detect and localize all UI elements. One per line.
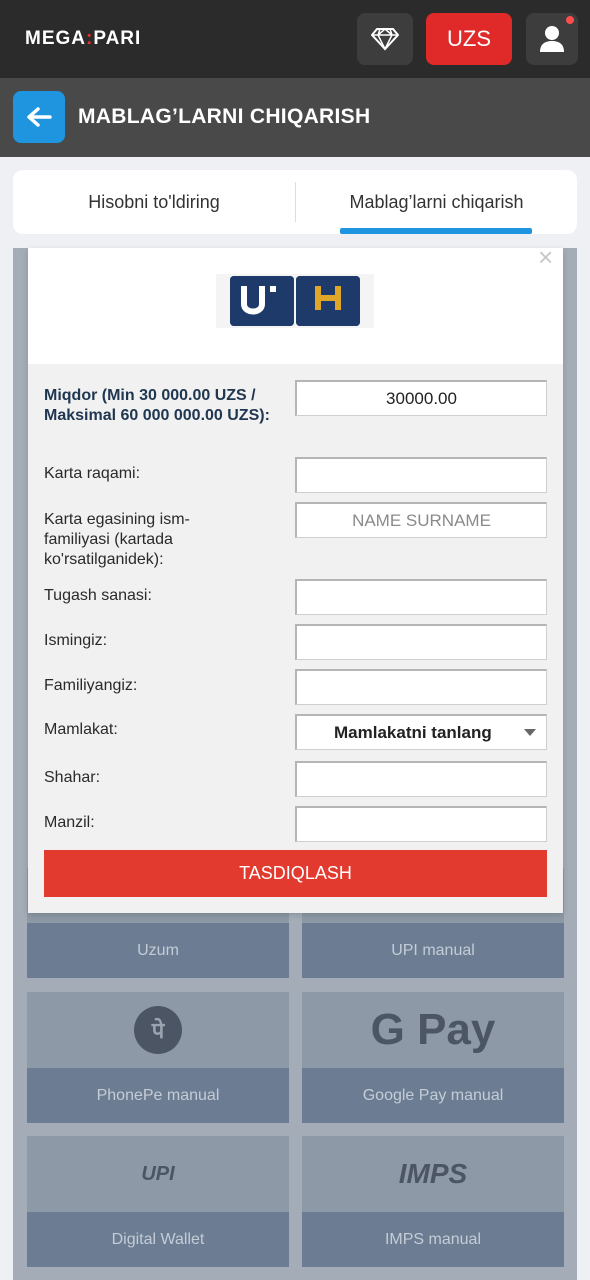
first-name-label: Ismingiz:	[44, 632, 108, 649]
city-label: Shahar:	[44, 769, 101, 786]
expiry-date-label: Tugash sanasi:	[44, 587, 152, 604]
payment-method-label: Google Pay manual	[302, 1068, 564, 1123]
last-name-label: Familiyangiz:	[44, 677, 138, 694]
gpay-icon: G Pay	[370, 1005, 496, 1054]
amount-label: Miqdor (Min 30 000.00 UZS / Maksimal 60 …	[44, 387, 270, 424]
payment-method-google-pay[interactable]: G Pay Google Pay manual	[302, 992, 564, 1123]
card-number-label: Karta raqami:	[44, 465, 141, 482]
imps-logo: IMPS	[302, 1136, 564, 1212]
currency-button[interactable]: UZS	[426, 13, 512, 65]
tab-bar: Hisobni to'ldiring Mablag’larni chiqaris…	[13, 170, 577, 234]
arrow-left-icon	[27, 107, 52, 127]
payment-method-label: IMPS manual	[302, 1212, 564, 1267]
payment-method-label: UPI manual	[302, 923, 564, 978]
phonepe-logo: पे	[27, 992, 289, 1068]
megapari-logo[interactable]: MEGA:PARI	[25, 28, 141, 50]
back-button[interactable]	[13, 91, 65, 143]
imps-icon: IMPS	[398, 1158, 468, 1189]
country-select-value: Mamlakatni tanlang	[334, 722, 492, 742]
upi-logo: UPI	[27, 1136, 289, 1212]
user-icon	[540, 26, 564, 52]
payment-method-imps[interactable]: IMPS IMPS manual	[302, 1136, 564, 1267]
cardholder-name-label: Karta egasining ism-familiyasi (kartada …	[44, 511, 190, 568]
close-icon[interactable]: ×	[538, 244, 553, 270]
payment-method-label: Digital Wallet	[27, 1212, 289, 1267]
humo-logo	[296, 276, 360, 326]
payment-method-label: PhonePe manual	[27, 1068, 289, 1123]
page-header: MABLAG’LARNI CHIQARISH	[0, 78, 590, 157]
google-pay-logo: G Pay	[302, 992, 564, 1068]
payment-method-digital-wallet[interactable]: UPI Digital Wallet	[27, 1136, 289, 1267]
user-profile-button[interactable]	[526, 13, 578, 65]
confirm-button[interactable]: TASDIQLASH	[44, 850, 547, 897]
payment-method-phonepe[interactable]: पे PhonePe manual	[27, 992, 289, 1123]
expiry-date-input[interactable]	[295, 579, 547, 615]
diamond-icon	[371, 28, 399, 51]
last-name-input[interactable]	[295, 669, 547, 705]
address-input[interactable]	[295, 806, 547, 842]
payment-method-label: Uzum	[27, 923, 289, 978]
chevron-down-icon	[524, 729, 536, 736]
address-label: Manzil:	[44, 814, 95, 831]
tab-deposit[interactable]: Hisobni to'ldiring	[13, 170, 295, 234]
first-name-input[interactable]	[295, 624, 547, 660]
notification-dot	[566, 16, 574, 24]
card-number-input[interactable]	[295, 457, 547, 493]
uzcard-humo-logo	[216, 274, 374, 328]
phonepe-icon: पे	[134, 1006, 182, 1054]
top-bar: MEGA:PARI UZS	[0, 0, 590, 78]
tab-withdraw[interactable]: Mablag’larni chiqarish	[296, 170, 577, 234]
country-select[interactable]: Mamlakatni tanlang	[295, 714, 547, 750]
amount-input[interactable]: 30000.00	[295, 380, 547, 416]
upi-icon: UPI	[141, 1162, 175, 1185]
withdraw-modal: × Miqdor (Min 30 000.00 UZS / Maksimal 6…	[28, 244, 563, 913]
city-input[interactable]	[295, 761, 547, 797]
active-tab-indicator	[340, 228, 532, 234]
vip-diamond-button[interactable]	[357, 13, 413, 65]
modal-header	[28, 248, 563, 364]
page-title: MABLAG’LARNI CHIQARISH	[78, 105, 371, 128]
cardholder-name-input[interactable]: NAME SURNAME	[295, 502, 547, 538]
country-label: Mamlakat:	[44, 721, 118, 738]
uzcard-logo	[230, 276, 294, 326]
